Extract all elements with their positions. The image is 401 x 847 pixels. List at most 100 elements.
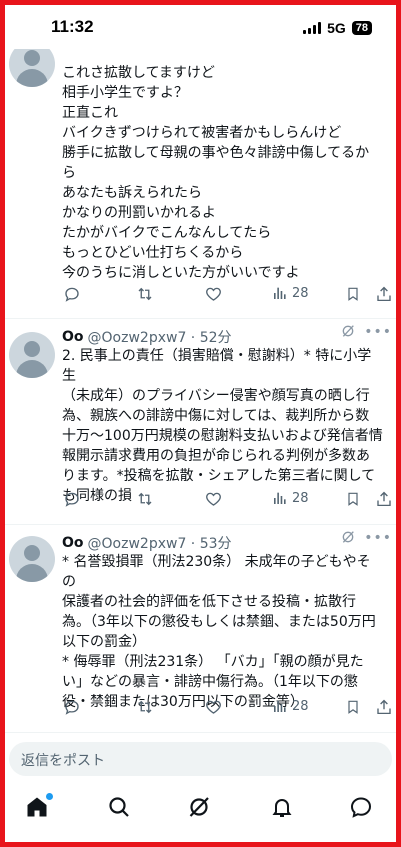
- post-text-line: 十万〜100万円規模の慰謝料支払いおよび発信者情: [62, 428, 383, 444]
- more-icon[interactable]: •••: [364, 530, 392, 546]
- share-icon: [377, 699, 391, 715]
- post-text: 2. 民事上の責任（損害賠償・慰謝料）* 特に小学生 （未成年）のプライバシー侵害…: [62, 346, 384, 506]
- share-icon: [377, 286, 391, 302]
- grok-icon[interactable]: [340, 323, 356, 339]
- post-3[interactable]: Oo @Oozw2pxw7 · 53分 ••• * 名誉毀損罪（刑法230条） …: [5, 526, 396, 733]
- post-1[interactable]: これさ拡散してますけど 相手小学生ですよ？ 正直これバイクきずつけられて被害者かもし…: [5, 41, 396, 319]
- post-text-line: 保護者の社会的評価を低下させる投稿・拡散行: [62, 594, 356, 610]
- bottom-nav: [5, 785, 396, 832]
- repost-button[interactable]: [135, 698, 155, 716]
- nav-home[interactable]: [25, 793, 53, 823]
- notification-dot: [46, 793, 53, 800]
- views-icon: [274, 287, 286, 299]
- post-text-line: 為、親族への誹謗中傷に対しては、裁判所から数: [62, 408, 370, 424]
- views-icon: [274, 492, 286, 504]
- post-text-line: もっとひどい仕打ちくるから: [62, 245, 244, 261]
- like-button[interactable]: [204, 698, 223, 716]
- post-text: これさ拡散してますけど 相手小学生ですよ？ 正直これバイクきずつけられて被害者かもし…: [62, 63, 384, 283]
- repost-icon: [138, 492, 152, 506]
- views-button[interactable]: 28: [272, 490, 309, 506]
- repost-button[interactable]: [135, 285, 155, 303]
- network-label: 5G: [327, 20, 346, 36]
- bookmark-button[interactable]: [345, 490, 361, 508]
- reply-placeholder: 返信をポスト: [21, 753, 105, 769]
- heart-icon: [206, 700, 221, 714]
- reply-icon: [65, 287, 79, 302]
- reply-icon: [65, 700, 79, 715]
- reply-input[interactable]: 返信をポスト: [9, 742, 392, 776]
- reply-button[interactable]: [63, 698, 81, 716]
- views-count: 28: [292, 698, 309, 714]
- reply-icon: [65, 492, 79, 507]
- post-text-line: 以下の罰金）: [62, 634, 146, 650]
- grok-icon: [189, 797, 209, 817]
- like-button[interactable]: [204, 285, 223, 303]
- views-count: 28: [292, 285, 309, 301]
- post-text-line: 勝手に拡散して母親の事や色々誹謗中傷してるか: [62, 145, 370, 161]
- post-text-line: 正直これ: [62, 105, 118, 121]
- bookmark-icon: [348, 492, 358, 506]
- status-bar: 11:32 5G 78: [5, 5, 396, 49]
- post-text-line: たかがバイクでこんなんしてたら: [62, 225, 272, 241]
- views-button[interactable]: 28: [272, 285, 309, 301]
- reply-button[interactable]: [63, 490, 81, 508]
- battery-icon: 78: [351, 21, 372, 35]
- heart-icon: [206, 492, 221, 506]
- bookmark-button[interactable]: [345, 285, 361, 303]
- post-text-line: 相手小学生ですよ？: [62, 85, 188, 101]
- nav-grok[interactable]: [187, 795, 215, 823]
- signal-icon: [303, 22, 322, 34]
- post-text-line: （未成年）のプライバシー侵害や顔写真の晒し行: [62, 388, 370, 404]
- post-actions: 28: [62, 285, 391, 309]
- share-icon: [377, 491, 391, 507]
- post-text-line: 2. 民事上の責任（損害賠償・慰謝料）* 特に小学生: [62, 348, 372, 384]
- repost-button[interactable]: [135, 490, 155, 508]
- author-handle-time[interactable]: @Oozw2pxw7 · 52分: [88, 327, 232, 347]
- author-name[interactable]: Oo: [62, 535, 84, 551]
- notifications-icon: [272, 799, 292, 817]
- home-icon: [27, 797, 47, 817]
- avatar[interactable]: [9, 536, 55, 582]
- status-indicators: 5G 78: [303, 20, 372, 36]
- post-text-line: ら: [62, 165, 76, 181]
- bookmark-button[interactable]: [345, 698, 361, 716]
- views-button[interactable]: 28: [272, 698, 309, 714]
- post-text-line: かなりの刑罰いかれるよ: [62, 205, 216, 221]
- more-icon[interactable]: •••: [364, 324, 392, 340]
- like-button[interactable]: [204, 490, 223, 508]
- share-button[interactable]: [375, 698, 393, 716]
- nav-messages[interactable]: [349, 795, 377, 823]
- author-name[interactable]: Oo: [62, 329, 84, 345]
- post-text-line: あなたも訴えられたら: [62, 185, 202, 201]
- grok-icon[interactable]: [340, 529, 356, 545]
- post-text-line: 報開示請求費用の負担が命じられる判例が多数あ: [62, 448, 370, 464]
- bookmark-icon: [348, 287, 358, 301]
- post-actions: 28: [62, 698, 391, 722]
- repost-icon: [138, 287, 152, 301]
- reply-button[interactable]: [63, 285, 81, 303]
- post-text: * 名誉毀損罪（刑法230条） 未成年の子どもやその保護者の社会的評価を低下させ…: [62, 552, 384, 712]
- author-handle-time[interactable]: @Oozw2pxw7 · 53分: [88, 533, 232, 553]
- repost-icon: [138, 700, 152, 714]
- views-count: 28: [292, 490, 309, 506]
- messages-icon: [350, 797, 372, 818]
- avatar[interactable]: [9, 332, 55, 378]
- post-text-line: 為。（3年以下の懲役もしくは禁錮、または50万円: [62, 614, 376, 630]
- post-text-line: * 侮辱罪（刑法231条） 「バカ」「親の顔が見た: [62, 654, 364, 670]
- share-button[interactable]: [375, 490, 393, 508]
- share-button[interactable]: [375, 285, 393, 303]
- nav-notifications[interactable]: [270, 795, 298, 823]
- post-text-line: * 名誉毀損罪（刑法230条） 未成年の子どもやその: [62, 554, 371, 590]
- nav-search[interactable]: [107, 795, 135, 823]
- search-icon: [109, 797, 129, 817]
- status-time: 11:32: [51, 17, 94, 36]
- post-text-line: 今のうちに消しといた方がいいですよ: [62, 265, 300, 281]
- post-header: Oo @Oozw2pxw7 · 52分: [62, 326, 386, 348]
- bookmark-icon: [348, 700, 358, 714]
- views-icon: [274, 700, 286, 712]
- post-2[interactable]: Oo @Oozw2pxw7 · 52分 ••• 2. 民事上の責任（損害賠償・慰…: [5, 320, 396, 525]
- heart-icon: [206, 287, 221, 301]
- post-text-line: バイクきずつけられて被害者かもしらんけど: [62, 125, 342, 141]
- post-text-line: これさ拡散してますけど: [62, 65, 215, 81]
- post-text-line: ります。*投稿を拡散・シェアした第三者に関して: [62, 468, 376, 484]
